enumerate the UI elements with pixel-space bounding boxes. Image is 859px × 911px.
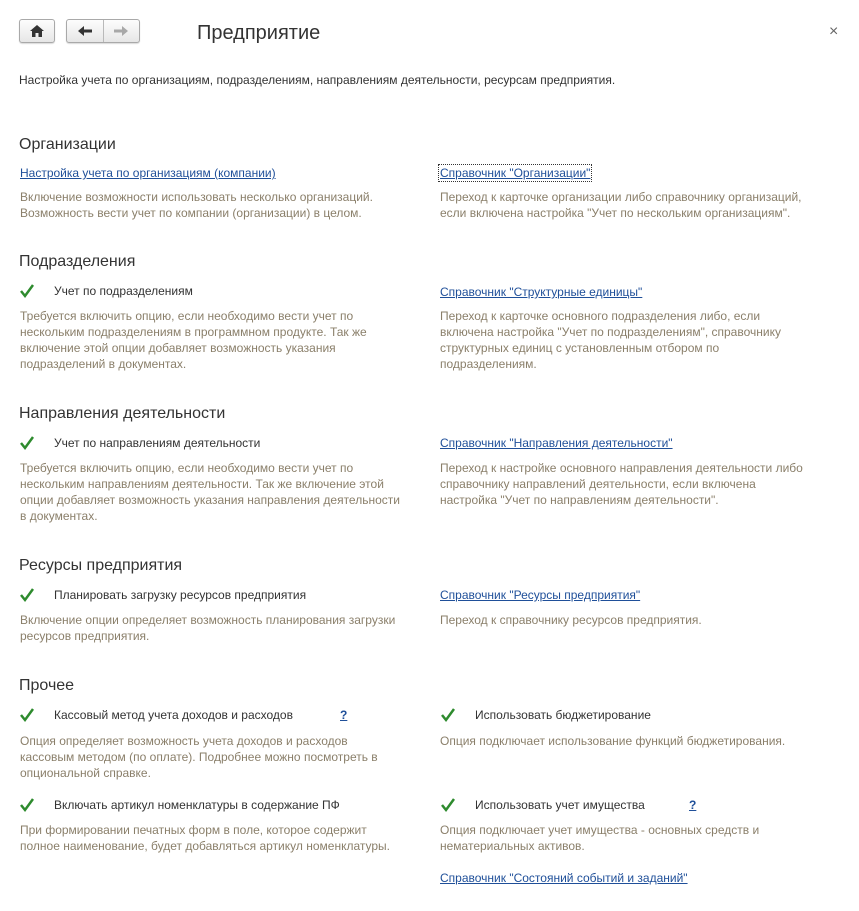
property-help-link[interactable]: ?: [689, 798, 696, 812]
checkbox-checked[interactable]: [19, 587, 35, 603]
home-icon: [30, 25, 44, 37]
description-line: Возможность вести учет по компании (орга…: [20, 206, 362, 220]
description-line: Включение опции определяет возможность п…: [20, 613, 396, 627]
section-title-other: Прочее: [19, 677, 75, 694]
checkmark-icon: [20, 284, 35, 299]
back-button[interactable]: [67, 20, 103, 42]
description-line: Включение возможности использовать неско…: [20, 190, 373, 204]
activities-checkbox-label: Учет по направлениям деятельности: [54, 436, 261, 450]
description-line: кассовым методом (по оплате). Подробнее …: [20, 750, 378, 764]
description-line: Требуется включить опцию, если необходим…: [20, 309, 354, 323]
resources-right-description: Переход к справочнику ресурсов предприят…: [440, 613, 702, 627]
checkbox-checked[interactable]: [19, 797, 35, 813]
description-line: подразделений в документах.: [20, 357, 187, 371]
description-line: опциональной справке.: [20, 766, 151, 780]
activities-right-description: Переход к настройке основного направлени…: [440, 460, 803, 508]
activities-left-description: Требуется включить опцию, если необходим…: [20, 460, 400, 524]
description-line: Переход к настройке основного направлени…: [440, 461, 803, 475]
departments-right-description: Переход к карточке основного подразделен…: [440, 308, 781, 372]
description-line: нематериальных активов.: [440, 839, 585, 853]
description-line: Требуется включить опцию, если необходим…: [20, 461, 354, 475]
activities-checkbox-row[interactable]: Учет по направлениям деятельности: [19, 435, 260, 451]
section-title-organizations: Организации: [19, 136, 116, 153]
section-title-departments: Подразделения: [19, 253, 136, 270]
description-line: включение этой опции добавляет возможнос…: [20, 341, 336, 355]
resources-left-description: Включение опции определяет возможность п…: [20, 612, 395, 644]
budgeting-description: Опция подключает использование функций б…: [440, 734, 786, 748]
arrow-left-icon: [77, 26, 92, 36]
checkmark-icon: [20, 798, 35, 813]
checkbox-checked[interactable]: [440, 797, 456, 813]
description-line: включена настройка "Учет по подразделени…: [440, 325, 781, 339]
description-line: структурных единиц с установленным отбор…: [440, 341, 720, 355]
organizations-left-description: Включение возможности использовать неско…: [20, 189, 373, 221]
budgeting-checkbox-label: Использовать бюджетирование: [475, 708, 651, 722]
property-checkbox-label: Использовать учет имущества: [475, 798, 645, 812]
intro-text: Настройка учета по организациям, подразд…: [19, 73, 616, 87]
departments-left-description: Требуется включить опцию, если необходим…: [20, 308, 367, 372]
description-line: ресурсов предприятия.: [20, 629, 150, 643]
organizations-settings-link[interactable]: Настройка учета по организациям (компани…: [20, 166, 276, 180]
description-line: полное наименование, будет добавляться а…: [20, 839, 390, 853]
article-checkbox-row[interactable]: Включать артикул номенклатуры в содержан…: [19, 797, 340, 813]
description-line: нескольким направлениям деятельности. Та…: [20, 477, 384, 491]
description-line: Опция определяет возможность учета доход…: [20, 734, 348, 748]
checkmark-icon: [20, 588, 35, 603]
home-button[interactable]: [19, 19, 55, 43]
description-line: справочнику направлений деятельности, ес…: [440, 477, 756, 491]
departments-directory-link[interactable]: Справочник "Структурные единицы": [440, 285, 642, 299]
checkbox-checked[interactable]: [19, 283, 35, 299]
description-line: нескольким подразделениям в программном …: [20, 325, 367, 339]
description-line: если включена настройка "Учет по несколь…: [440, 206, 791, 220]
departments-checkbox-label: Учет по подразделениям: [54, 284, 193, 298]
departments-checkbox-row[interactable]: Учет по подразделениям: [19, 283, 193, 299]
property-description: Опция подключает учет имущества - основн…: [440, 822, 759, 854]
arrow-right-icon: [114, 26, 129, 36]
organizations-directory-link[interactable]: Справочник "Организации": [437, 164, 593, 182]
checkmark-icon: [441, 708, 456, 723]
article-checkbox-label: Включать артикул номенклатуры в содержан…: [54, 798, 340, 812]
cash-method-help-link[interactable]: ?: [340, 708, 347, 722]
description-line: подразделениям.: [440, 357, 537, 371]
description-line: настройка "Учет по направлениям деятельн…: [440, 493, 719, 507]
section-title-resources: Ресурсы предприятия: [19, 557, 183, 574]
navigation-buttons: [66, 19, 140, 43]
article-description: При формировании печатных форм в поле, к…: [20, 822, 390, 854]
description-line: При формировании печатных форм в поле, к…: [20, 823, 367, 837]
resources-directory-link[interactable]: Справочник "Ресурсы предприятия": [440, 588, 640, 602]
page-title: Предприятие: [197, 22, 321, 44]
checkbox-checked[interactable]: [19, 707, 35, 723]
cash-method-description: Опция определяет возможность учета доход…: [20, 733, 378, 781]
description-line: опции добавляет возможность указания нап…: [20, 493, 400, 507]
checkmark-icon: [20, 436, 35, 451]
checkmark-icon: [441, 798, 456, 813]
forward-button[interactable]: [103, 20, 139, 42]
property-checkbox-row[interactable]: Использовать учет имущества: [440, 797, 645, 813]
description-line: Переход к карточке основного подразделен…: [440, 309, 761, 323]
cash-method-checkbox-label: Кассовый метод учета доходов и расходов: [54, 708, 293, 722]
description-line: Переход к карточке организации либо спра…: [440, 190, 802, 204]
activities-directory-link[interactable]: Справочник "Направления деятельности": [440, 436, 673, 450]
states-directory-link[interactable]: Справочник "Состояний событий и заданий": [440, 871, 688, 885]
description-line: в документах.: [20, 509, 98, 523]
checkbox-checked[interactable]: [440, 707, 456, 723]
cash-method-checkbox-row[interactable]: Кассовый метод учета доходов и расходов: [19, 707, 293, 723]
checkmark-icon: [20, 708, 35, 723]
description-line: Опция подключает учет имущества - основн…: [440, 823, 760, 837]
checkbox-checked[interactable]: [19, 435, 35, 451]
section-title-activities: Направления деятельности: [19, 405, 226, 422]
resources-checkbox-label: Планировать загрузку ресурсов предприяти…: [54, 588, 307, 602]
budgeting-checkbox-row[interactable]: Использовать бюджетирование: [440, 707, 651, 723]
organizations-right-description: Переход к карточке организации либо спра…: [440, 189, 801, 221]
resources-checkbox-row[interactable]: Планировать загрузку ресурсов предприяти…: [19, 587, 306, 603]
close-icon[interactable]: ×: [829, 22, 838, 42]
window-header: Предприятие ×: [0, 0, 859, 66]
